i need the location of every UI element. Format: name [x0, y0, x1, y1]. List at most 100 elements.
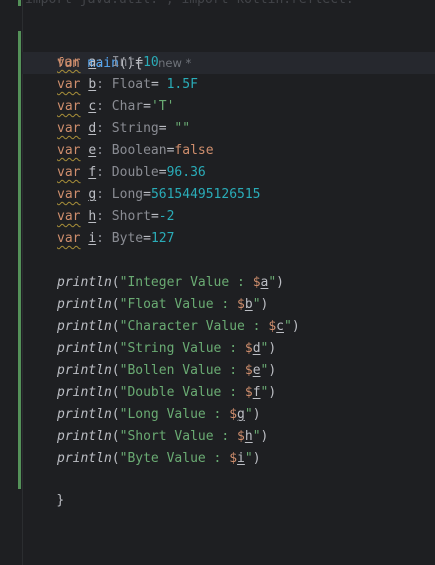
template-dollar: $	[244, 385, 253, 400]
println-line[interactable]: println("Bollen Value : $e")	[57, 360, 276, 382]
var-keyword: var	[57, 99, 81, 114]
string-literal: Short Value :	[127, 429, 238, 444]
println-close: )	[268, 385, 277, 400]
println-close: )	[252, 451, 261, 466]
declaration-line[interactable]: var b: Float= 1.5F	[57, 74, 198, 96]
println-line[interactable]: println("Character Value : $c")	[57, 316, 300, 338]
println-line[interactable]: println("Float Value : $b")	[57, 294, 268, 316]
println-open: (	[111, 429, 120, 444]
closing-brace: }	[56, 493, 65, 508]
string-literal: Double Value :	[127, 385, 245, 400]
println-call: println	[57, 275, 112, 290]
var-keyword: var	[57, 55, 81, 70]
println-line[interactable]: println("String Value : $d")	[57, 338, 276, 360]
println-line[interactable]: println("Long Value : $g")	[57, 404, 261, 426]
type-separator: :	[96, 77, 112, 92]
template-reference: c	[276, 319, 284, 334]
variable-name: i	[88, 231, 97, 246]
template-dollar: $	[268, 319, 277, 334]
closing-brace-line[interactable]: }	[25, 468, 64, 508]
change-marker-top[interactable]	[18, 0, 21, 6]
declaration-line[interactable]: var h: Short=-2	[57, 206, 174, 228]
var-keyword: var	[57, 187, 81, 202]
faded-import-line: import java.util.*; import kotlin.reflec…	[25, 0, 362, 10]
variable-name: g	[88, 187, 97, 202]
literal-value: 1.5F	[166, 77, 198, 92]
var-keyword: var	[57, 231, 81, 246]
type-separator: :	[96, 143, 112, 158]
assign-operator: =	[150, 77, 167, 92]
println-line[interactable]: println("Byte Value : $i")	[57, 448, 261, 470]
declaration-line[interactable]: var a: Int=10	[57, 52, 159, 74]
template-dollar: $	[229, 451, 238, 466]
println-open: (	[111, 319, 120, 334]
literal-value: 'T'	[150, 99, 175, 114]
declaration-line[interactable]: var i: Byte=127	[57, 228, 174, 250]
declaration-line[interactable]: var c: Char='T'	[57, 96, 174, 118]
string-close-quote: "	[252, 429, 261, 444]
variable-name: f	[88, 165, 97, 180]
type-separator: :	[96, 209, 112, 224]
assign-operator: =	[135, 55, 144, 70]
variable-name: a	[88, 55, 97, 70]
string-literal: Byte Value :	[127, 451, 230, 466]
println-close: )	[260, 297, 269, 312]
println-open: (	[111, 297, 120, 312]
var-keyword: var	[57, 143, 81, 158]
function-header[interactable]: fun main(){ new *	[25, 30, 191, 71]
type-name: Int	[111, 55, 136, 70]
declaration-line[interactable]: var f: Double=96.36	[57, 162, 206, 184]
template-dollar: $	[229, 407, 238, 422]
string-close-quote: "	[268, 275, 277, 290]
type-separator: :	[96, 121, 112, 136]
type-separator: :	[96, 99, 112, 114]
template-dollar: $	[244, 363, 253, 378]
template-reference: g	[237, 407, 245, 422]
assign-operator: =	[143, 99, 151, 114]
println-close: )	[260, 429, 269, 444]
type-separator: :	[96, 55, 112, 70]
println-open: (	[111, 341, 120, 356]
println-line[interactable]: println("Integer Value : $a")	[57, 272, 284, 294]
variable-name: d	[88, 121, 97, 136]
assign-operator: =	[158, 121, 175, 136]
println-call: println	[57, 297, 112, 312]
literal-value: false	[174, 143, 214, 158]
assign-operator: =	[143, 231, 151, 246]
println-line[interactable]: println("Short Value : $h")	[57, 426, 268, 448]
type-separator: :	[96, 187, 112, 202]
literal-value: 56154495126515	[150, 187, 261, 202]
string-close-quote: "	[252, 297, 261, 312]
var-keyword: var	[57, 121, 81, 136]
variable-name: e	[88, 143, 97, 158]
type-name: Long	[111, 187, 144, 202]
string-close-quote: "	[284, 319, 292, 334]
template-reference: h	[244, 429, 253, 444]
println-open: (	[111, 407, 120, 422]
println-line[interactable]: println("Double Value : $f")	[57, 382, 276, 404]
type-name: Double	[111, 165, 159, 180]
assign-operator: =	[143, 187, 151, 202]
println-open: (	[111, 451, 120, 466]
template-reference: e	[252, 363, 261, 378]
string-literal: String Value :	[127, 341, 245, 356]
code-editor[interactable]: import java.util.*; import kotlin.reflec…	[0, 0, 435, 565]
usage-hint[interactable]: new *	[158, 56, 191, 70]
type-name: Boolean	[111, 143, 167, 158]
type-name: String	[111, 121, 159, 136]
change-marker[interactable]	[18, 31, 21, 489]
template-dollar: $	[244, 341, 253, 356]
println-call: println	[57, 363, 112, 378]
declaration-line[interactable]: var d: String= ""	[57, 118, 190, 140]
println-open: (	[111, 385, 120, 400]
template-reference: i	[237, 451, 245, 466]
declaration-line[interactable]: var g: Long=56154495126515	[57, 184, 261, 206]
string-literal: Integer Value :	[127, 275, 253, 290]
println-close: )	[252, 407, 261, 422]
declaration-line[interactable]: var e: Boolean=false	[57, 140, 214, 162]
var-keyword: var	[57, 165, 81, 180]
variable-name: b	[88, 77, 97, 92]
type-separator: :	[96, 165, 112, 180]
var-keyword: var	[57, 209, 81, 224]
println-close: )	[291, 319, 300, 334]
